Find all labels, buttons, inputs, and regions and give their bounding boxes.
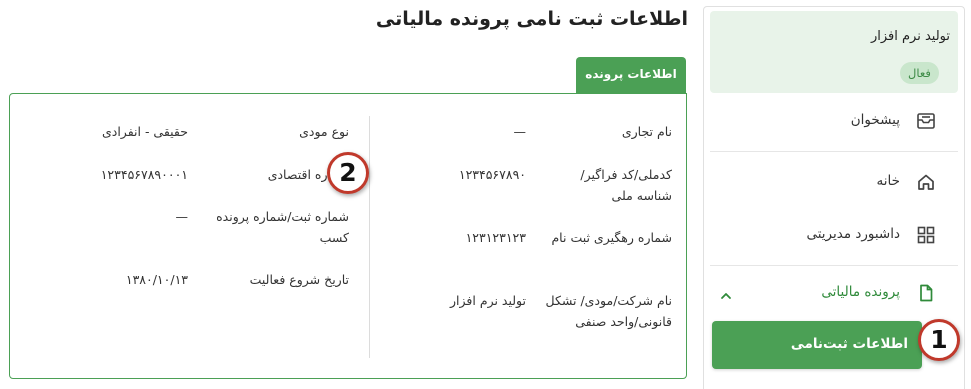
tab-file-info[interactable]: اطلاعات پرونده: [576, 57, 686, 93]
sidebar-item-tax-file[interactable]: پرونده مالیاتی: [710, 273, 958, 313]
field-value: ۱۳۸۰/۱۰/۱۳: [125, 272, 188, 287]
field-value: ۱۲۳۱۲۳۱۲۳: [465, 230, 526, 245]
field-value: —: [513, 124, 527, 139]
field-value: ۱۲۳۴۵۶۷۸۹۰۰۰۱: [100, 167, 188, 182]
file-info-panel: نام تجاری — کدملی/کد فراگیر/ شناسه ملی ۱…: [9, 93, 687, 379]
field-label: نام تجاری: [621, 124, 672, 139]
sidebar-item-label: پرونده مالیاتی: [821, 284, 900, 300]
field-value: حقیقی - انفرادی: [101, 124, 188, 139]
home-icon: [916, 172, 936, 192]
field-value: —: [175, 209, 189, 224]
divider: [710, 151, 958, 152]
step-marker-1: 1: [918, 319, 960, 361]
document-icon: [916, 283, 936, 303]
field-label: تاریخ شروع فعالیت: [249, 272, 349, 287]
field-label: کدملی/کد فراگیر/ شناسه ملی: [580, 167, 672, 203]
field-label: شماره ثبت/شماره پرونده کسب: [216, 209, 349, 245]
dashboard-grid-icon: [916, 225, 936, 245]
inbox-tray-icon: [916, 111, 936, 131]
company-card[interactable]: تولید نرم افزار فعال: [710, 11, 958, 93]
step-marker-2: 2: [327, 152, 369, 194]
field-label: نوع مودی: [299, 124, 349, 139]
sidebar-subitem-label: اطلاعات ثبت‌نامی: [790, 336, 908, 352]
company-name: تولید نرم افزار: [870, 29, 950, 44]
sidebar-item-label: پیشخوان: [850, 112, 900, 128]
sidebar-item-label: داشبورد مدیریتی: [806, 226, 900, 242]
field-value: تولید نرم افزار: [450, 293, 526, 308]
field-label: شماره رهگیری ثبت نام: [551, 230, 672, 245]
sidebar-item-dashboard-inbox[interactable]: پیشخوان: [710, 101, 958, 141]
page-title: اطلاعات ثبت نامی پرونده مالیاتی: [375, 8, 688, 30]
sidebar-item-management-dashboard[interactable]: داشبورد مدیریتی: [710, 215, 958, 255]
chevron-up-icon[interactable]: [720, 287, 732, 299]
divider: [710, 265, 958, 266]
status-badge: فعال: [900, 62, 939, 84]
sidebar-item-home[interactable]: خانه: [710, 162, 958, 202]
sidebar-item-label: خانه: [876, 173, 900, 189]
sidebar-subitem-registration-info[interactable]: اطلاعات ثبت‌نامی: [712, 321, 922, 369]
column-divider: [369, 116, 370, 358]
field-value: ۱۲۳۴۵۶۷۸۹۰: [458, 167, 526, 182]
field-label: نام شرکت/مودی/ تشکل قانونی/واحد صنفی: [545, 293, 673, 329]
